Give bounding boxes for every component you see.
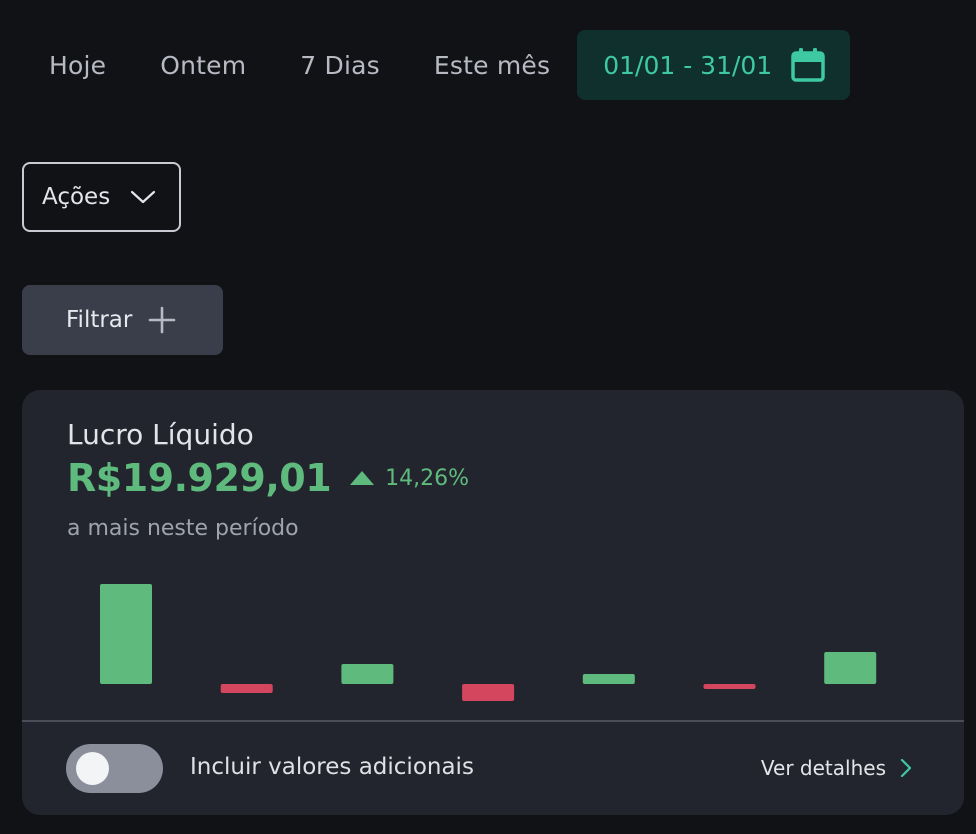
card-subtitle: a mais neste período [67, 516, 299, 541]
filter-label: Filtrar [66, 307, 133, 333]
chart-bar [462, 684, 515, 701]
chevron-down-icon [131, 190, 156, 204]
plus-icon [149, 306, 176, 334]
view-details-link[interactable]: Ver detalhes [761, 756, 912, 780]
dropdown-label: Ações [42, 184, 111, 210]
chart-bar [582, 674, 635, 684]
tab-7-days[interactable]: 7 Dias [273, 30, 407, 100]
filter-button[interactable]: Filtrar [22, 285, 223, 355]
chart-bar [703, 684, 756, 689]
period-tabs: Hoje Ontem 7 Dias Este mês 01/01 - 31/01 [22, 30, 851, 100]
chart-bar [824, 652, 877, 684]
net-profit-card: Lucro Líquido R$19.929,01 14,26% a mais … [22, 390, 964, 815]
delta-value: 14,26% [385, 465, 470, 491]
tab-today[interactable]: Hoje [22, 30, 133, 100]
net-profit-value: R$19.929,01 [67, 456, 332, 500]
asset-type-dropdown[interactable]: Ações [22, 162, 181, 232]
tab-yesterday[interactable]: Ontem [133, 30, 273, 100]
date-range-label: 01/01 - 31/01 [603, 50, 773, 80]
delta-badge: 14,26% [349, 466, 469, 491]
toggle-label: Incluir valores adicionais [190, 754, 474, 780]
date-range-button[interactable]: 01/01 - 31/01 [577, 30, 851, 100]
value-row: R$19.929,01 14,26% [67, 456, 469, 500]
profit-page: Hoje Ontem 7 Dias Este mês 01/01 - 31/01… [0, 0, 976, 834]
toggle-knob [76, 752, 109, 785]
tab-this-month[interactable]: Este mês [407, 30, 577, 100]
profit-bar-chart [100, 584, 877, 701]
card-title: Lucro Líquido [67, 418, 254, 451]
chart-bar [341, 664, 394, 684]
details-label: Ver detalhes [760, 756, 886, 780]
divider [22, 720, 964, 722]
chart-bar [220, 684, 273, 693]
triangle-up-icon [350, 471, 375, 485]
calendar-icon [791, 48, 825, 82]
additional-values-toggle[interactable] [66, 744, 163, 793]
chart-bar [100, 584, 152, 684]
chevron-right-icon [900, 758, 912, 778]
